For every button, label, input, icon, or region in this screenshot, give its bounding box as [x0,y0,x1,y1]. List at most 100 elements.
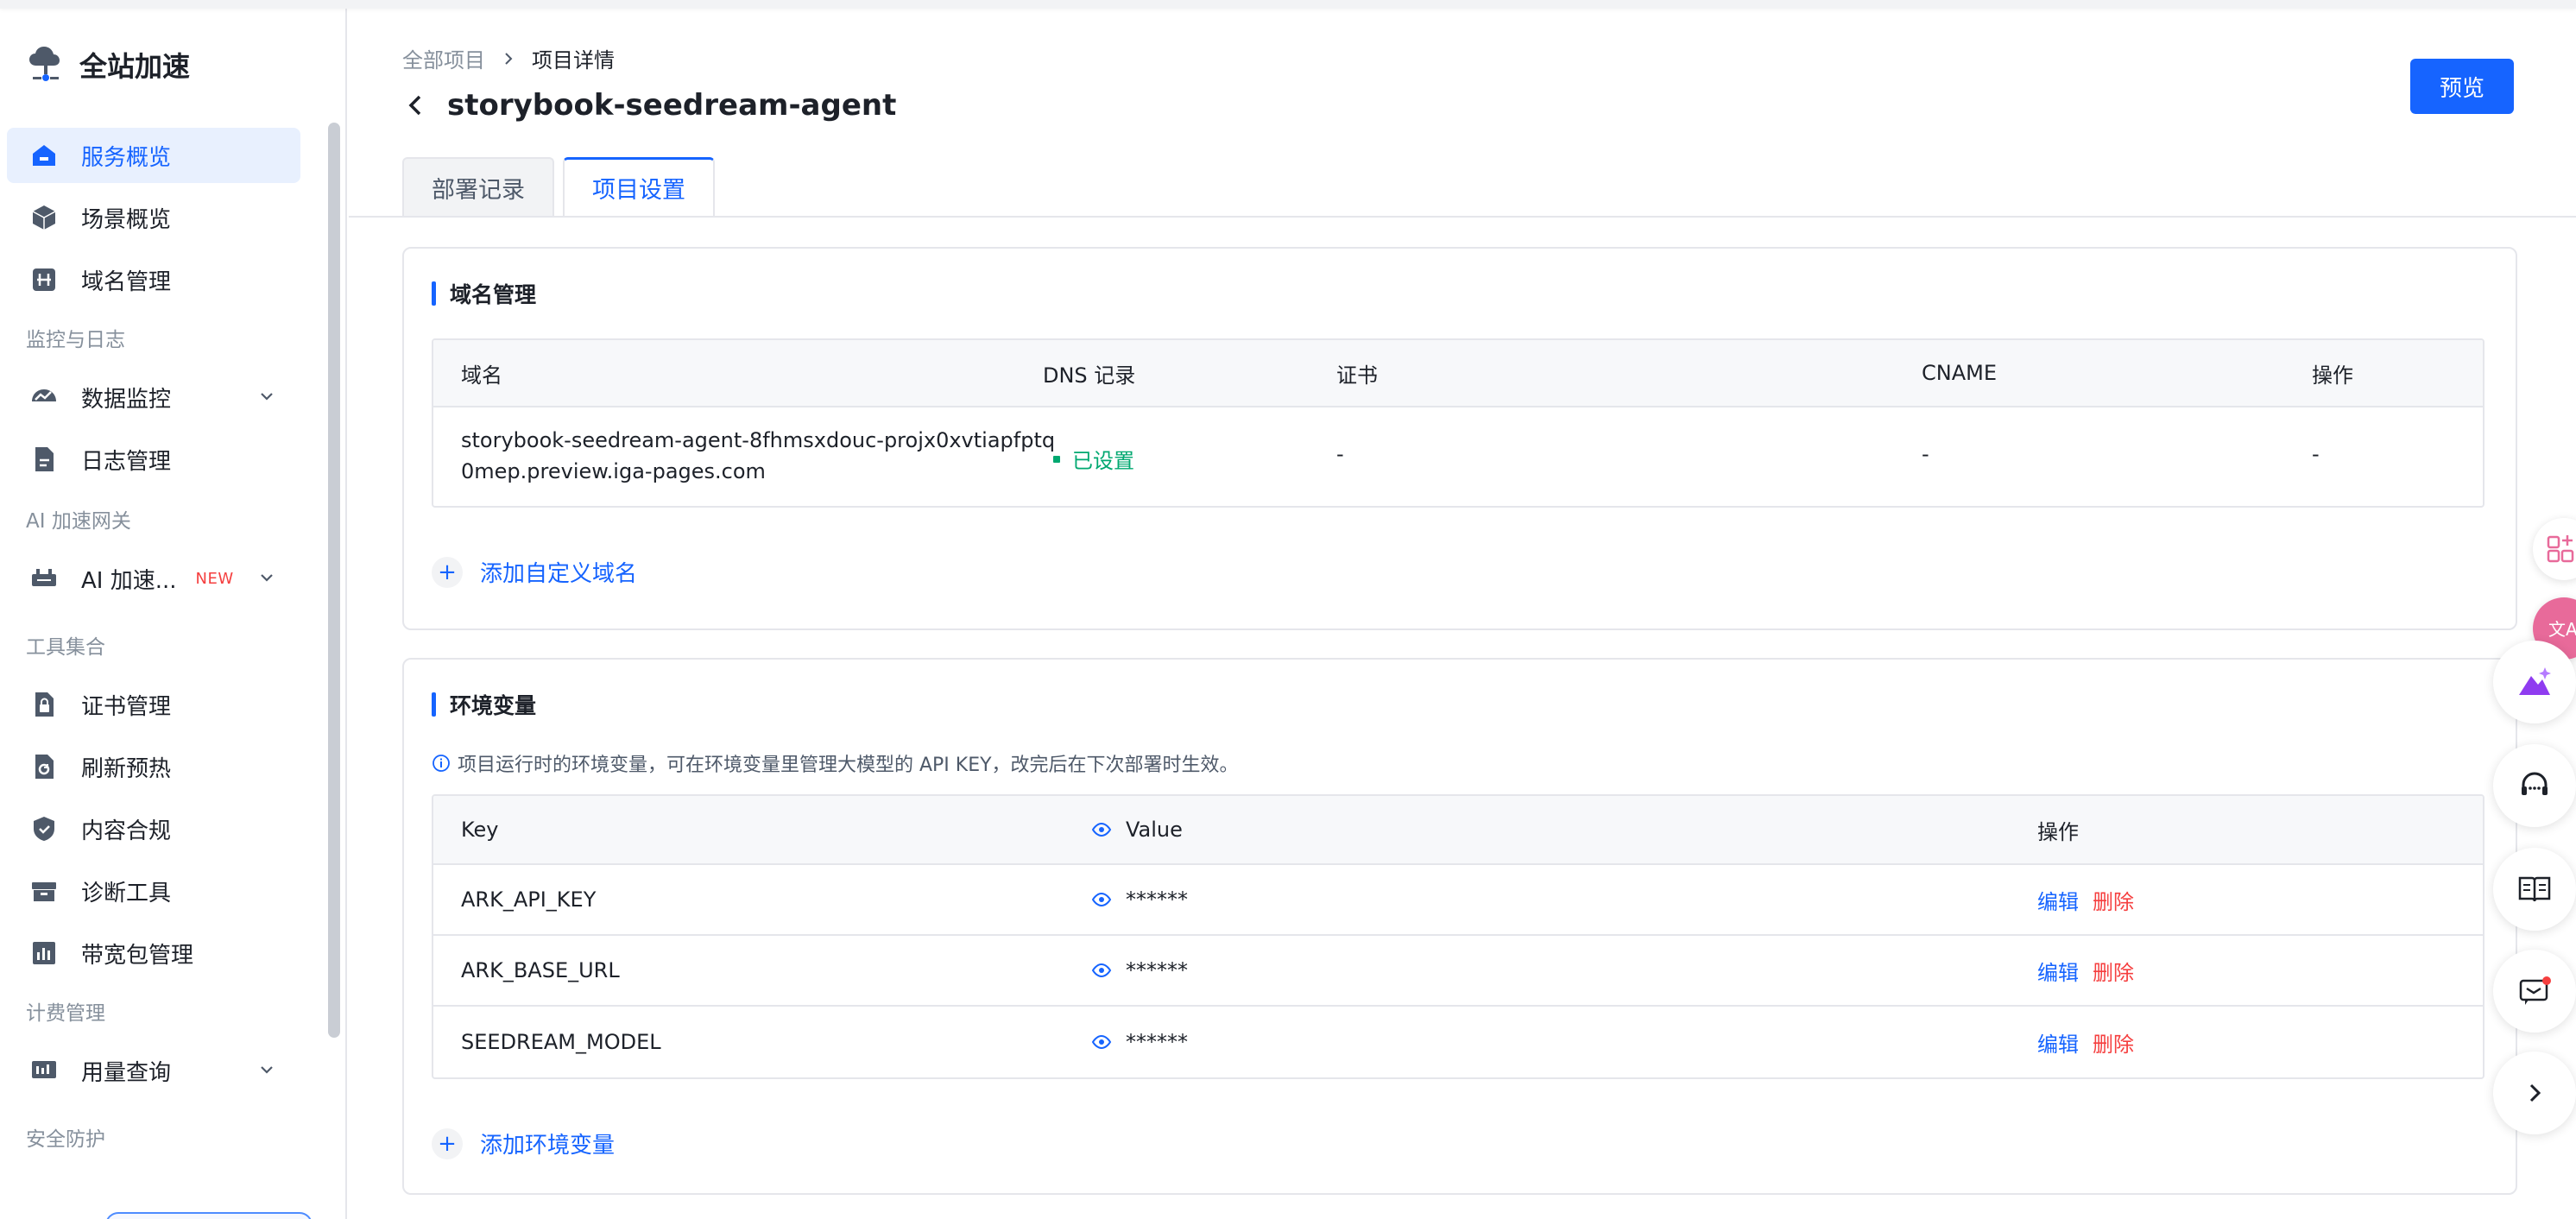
home-icon [28,139,60,172]
column-header-value: Value [1091,818,1183,842]
sidebar-bottom-button[interactable] [105,1212,313,1219]
edit-link[interactable]: 编辑 [2037,890,2079,914]
sidebar-item-label: 域名管理 [81,268,172,295]
tab-project-settings[interactable]: 项目设置 [563,157,715,216]
sidebar-item-label: 刷新预热 [81,755,172,782]
sidebar-item-ai-gateway[interactable]: AI 加速... NEW [7,551,300,606]
page-title: storybook-seedream-agent [447,88,897,123]
env-value-masked: ****** [1126,887,1188,912]
breadcrumb-root-link[interactable]: 全部项目 [402,43,485,73]
domain-management-card: 域名管理 域名 DNS 记录 证书 CNAME 操作 storybook-see… [402,247,2517,630]
sidebar-item-certificate-management[interactable]: 证书管理 [7,677,300,732]
chevron-down-icon[interactable] [257,387,276,406]
eye-icon[interactable] [1091,819,1112,840]
env-key: SEEDREAM_MODEL [461,1030,661,1054]
sidebar-item-scene-overview[interactable]: 场景概览 [7,190,300,245]
env-variables-card: 环境变量 项目运行时的环境变量，可在环境变量里管理大模型的 API KEY，改完… [402,658,2517,1195]
headset-icon [2522,772,2548,795]
apps-grid-icon [2547,535,2574,563]
eye-icon[interactable] [1091,960,1112,981]
sidebar-item-label: 服务概览 [81,144,172,171]
ai-gateway-icon [28,562,60,595]
env-table: Key Value 操作 ARK_API_KEY ****** 编辑 删除 ARK [432,794,2484,1079]
brand[interactable]: 全站加速 [26,43,190,86]
domain-text-line-2: 0mep.preview.iga-pages.com [461,459,766,483]
ai-assistant-button[interactable] [2493,641,2576,723]
sidebar-item-refresh-preheat[interactable]: 刷新预热 [7,739,300,794]
env-value: ****** [1091,958,1188,982]
collapse-toolbar-button[interactable] [2493,1052,2576,1134]
plus-icon: + [432,1127,463,1159]
card-title-text: 环境变量 [450,693,537,718]
domain-icon [28,263,60,296]
env-value-masked: ****** [1126,958,1188,982]
sidebar-item-data-monitoring[interactable]: 数据监控 [7,369,300,425]
sidebar-item-service-overview[interactable]: 服务概览 [7,128,300,183]
cert-cell: - [1336,442,1344,466]
group-title-monitor: 监控与日志 [26,329,125,351]
add-env-variable-button[interactable]: + 添加环境变量 [432,1127,615,1159]
cname-cell: - [1922,442,1929,466]
eye-icon[interactable] [1091,889,1112,910]
column-header: CNAME [1922,361,1997,385]
row-actions: 编辑 删除 [2037,956,2148,986]
edit-link[interactable]: 编辑 [2037,1033,2079,1057]
env-key: ARK_BASE_URL [461,958,620,982]
env-value: ****** [1091,887,1188,912]
sidebar-item-content-compliance[interactable]: 内容合规 [7,801,300,856]
delete-link[interactable]: 删除 [2093,1033,2134,1057]
column-header: 域名 [461,363,502,388]
domain-table: 域名 DNS 记录 证书 CNAME 操作 storybook-seedream… [432,338,2484,508]
dns-status-badge: 已设置 [1053,444,1134,474]
sidebar-item-domain-management[interactable]: 域名管理 [7,252,300,307]
feedback-button[interactable] [2493,950,2576,1033]
table-header: 域名 DNS 记录 证书 CNAME 操作 [433,340,2483,407]
domain-cell: storybook-seedream-agent-8fhmsxdouc-proj… [461,425,1055,487]
cloud-logo-icon [26,43,66,86]
sidebar-item-label: 场景概览 [81,206,172,233]
table-row: ARK_API_KEY ****** 编辑 删除 [433,865,2483,936]
sidebar: 全站加速 服务概览 场景概览 域名管理 监控与日志 数据监控 日志管理 AI 加… [0,9,347,1219]
sidebar-item-label: 证书管理 [81,693,172,720]
support-button[interactable] [2493,744,2576,827]
sidebar-scrollbar[interactable] [328,123,340,1038]
card-title: 环境变量 [432,689,536,720]
edit-link[interactable]: 编辑 [2037,961,2079,985]
sidebar-item-label: AI 加速... [81,567,177,594]
add-env-variable-label: 添加环境变量 [480,1133,616,1159]
usage-icon [28,1054,60,1087]
refresh-icon [28,750,60,783]
row-actions: 编辑 删除 [2037,1027,2148,1058]
add-custom-domain-button[interactable]: + 添加自定义域名 [432,556,637,588]
group-title-billing: 计费管理 [26,1002,105,1025]
tab-bar: 部署记录 项目设置 [402,157,723,216]
card-title: 域名管理 [432,278,536,309]
row-actions: 编辑 删除 [2037,885,2148,915]
message-icon [2519,976,2551,1005]
delete-link[interactable]: 删除 [2093,961,2134,985]
sidebar-item-log-management[interactable]: 日志管理 [7,432,300,487]
eye-icon[interactable] [1091,1032,1112,1052]
table-row: SEEDREAM_MODEL ****** 编辑 删除 [433,1007,2483,1077]
sidebar-item-diagnostic-tools[interactable]: 诊断工具 [7,863,300,919]
preview-button[interactable]: 预览 [2410,59,2514,114]
add-custom-domain-label: 添加自定义域名 [480,561,638,587]
tab-deploy-records[interactable]: 部署记录 [402,157,554,216]
cube-icon [28,201,60,234]
delete-link[interactable]: 删除 [2093,890,2134,914]
book-icon [2518,876,2551,902]
docs-button[interactable] [2493,848,2576,931]
breadcrumb: 全部项目 项目详情 [402,43,615,73]
table-header: Key Value 操作 [433,796,2483,865]
group-title-ai: AI 加速网关 [26,510,131,533]
info-text: 项目运行时的环境变量，可在环境变量里管理大模型的 API KEY，改完后在下次部… [458,755,1239,776]
chevron-down-icon[interactable] [257,1060,276,1079]
back-arrow-icon[interactable] [402,92,430,119]
sidebar-item-usage-query[interactable]: 用量查询 [7,1043,300,1098]
dns-status-text: 已设置 [1072,449,1134,473]
column-header: 操作 [2312,363,2353,388]
sidebar-item-bandwidth-package[interactable]: 带宽包管理 [7,925,300,981]
top-bar [0,0,2576,9]
action-cell: - [2312,442,2320,466]
chevron-down-icon[interactable] [257,568,276,587]
